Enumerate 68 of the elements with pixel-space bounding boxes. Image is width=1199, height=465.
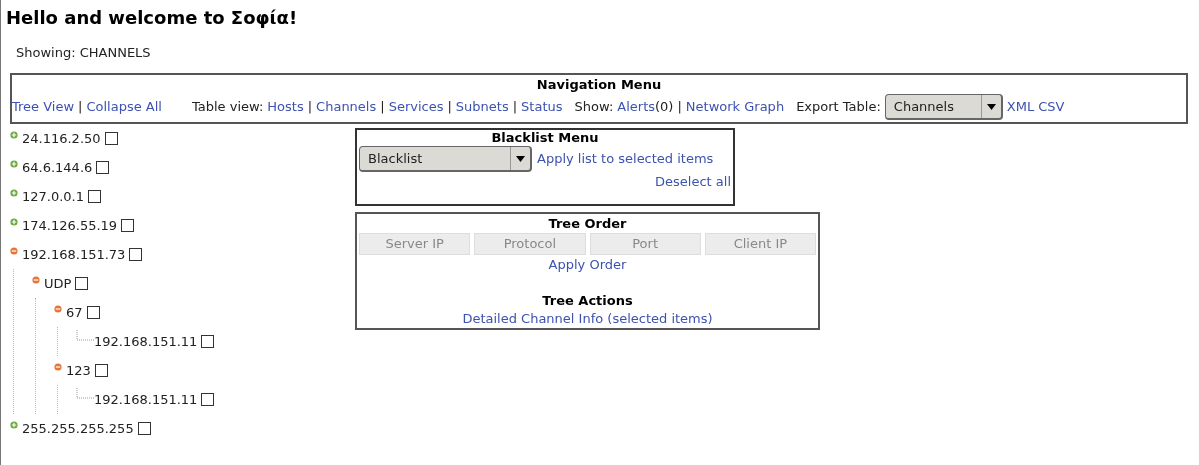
- nav-link[interactable]: Network Graph: [685, 97, 785, 117]
- apply-order-link[interactable]: Apply Order: [548, 255, 627, 275]
- nav-link[interactable]: Tree View: [12, 97, 75, 117]
- tree-node-label[interactable]: UDP: [44, 273, 72, 294]
- expand-icon[interactable]: [10, 159, 18, 168]
- tree-node-label[interactable]: 67: [66, 302, 83, 323]
- collapse-icon[interactable]: [54, 362, 62, 371]
- nav-text: |: [78, 98, 83, 117]
- tree-node-label[interactable]: 24.116.2.50: [22, 128, 101, 149]
- checkbox[interactable]: [96, 161, 110, 174]
- checkbox[interactable]: [137, 422, 151, 435]
- nav-link[interactable]: CSV: [1038, 97, 1065, 117]
- deselect-all-link[interactable]: Deselect all: [655, 172, 731, 192]
- checkbox[interactable]: [121, 219, 135, 232]
- tree-node-label[interactable]: 174.126.55.19: [22, 215, 118, 236]
- nav-text: Table view:: [191, 98, 264, 117]
- checkbox[interactable]: [88, 190, 102, 203]
- checkbox[interactable]: [86, 306, 100, 319]
- expand-icon[interactable]: [10, 188, 18, 197]
- nav-text: |: [380, 98, 385, 117]
- panel-title: Blacklist Menu: [490, 130, 600, 146]
- nav-text: |: [677, 98, 682, 117]
- showing-label: Showing: CHANNELS: [16, 44, 152, 62]
- checkbox[interactable]: [94, 364, 108, 377]
- apply-list-link[interactable]: Apply list to selected items: [537, 149, 714, 169]
- nav-text: (0): [655, 98, 674, 117]
- nav-text: |: [307, 98, 313, 117]
- nav-text: Show:: [574, 98, 614, 117]
- caret-icon: [516, 155, 525, 162]
- tree-node-label[interactable]: 127.0.0.1: [22, 186, 85, 207]
- tree-node-label[interactable]: 64.6.144.6: [22, 157, 93, 178]
- caret-icon: [986, 103, 996, 110]
- panel-title: Tree Actions: [542, 292, 633, 309]
- connector-line: [76, 387, 94, 402]
- tree-node-label[interactable]: 255.255.255.255: [22, 418, 134, 439]
- connector-line: [76, 329, 94, 344]
- nav-link[interactable]: Status: [521, 97, 563, 117]
- page-title: Hello and welcome to Σοφία!: [6, 6, 299, 30]
- channel-info-link[interactable]: Detailed Channel Info (selected items): [462, 308, 713, 328]
- tree-node-label[interactable]: 192.168.151.73: [22, 244, 126, 265]
- nav-link[interactable]: Alerts: [617, 97, 655, 117]
- tree-node-label[interactable]: 192.168.151.11: [94, 331, 198, 352]
- nav-link[interactable]: Services: [388, 97, 444, 117]
- nav-text: |: [512, 98, 518, 117]
- expand-icon[interactable]: [10, 130, 18, 139]
- nav-text: |: [447, 98, 452, 117]
- dropdown[interactable]: Channels: [884, 94, 1003, 120]
- collapse-icon[interactable]: [10, 246, 18, 255]
- tree-node-label[interactable]: 192.168.151.11: [94, 389, 198, 410]
- tree-node-label[interactable]: 123: [66, 360, 91, 381]
- dropdown[interactable]: Blacklist: [359, 146, 532, 172]
- checkbox[interactable]: [129, 248, 143, 261]
- collapse-icon[interactable]: [54, 304, 62, 313]
- nav-text: Export Table:: [796, 98, 881, 117]
- checkbox[interactable]: [201, 335, 215, 348]
- collapse-icon[interactable]: [32, 275, 40, 284]
- panel-title: Tree Order: [548, 214, 627, 233]
- expand-icon[interactable]: [10, 420, 18, 429]
- nav-link[interactable]: Subnets: [455, 97, 509, 117]
- nav-link[interactable]: Collapse All: [86, 97, 162, 117]
- checkbox[interactable]: [201, 393, 215, 406]
- nav-link[interactable]: Channels: [316, 97, 377, 117]
- expand-icon[interactable]: [10, 217, 18, 226]
- nav-link[interactable]: XML: [1006, 97, 1035, 117]
- nav-link[interactable]: Hosts: [267, 97, 304, 117]
- checkbox[interactable]: [75, 277, 89, 290]
- checkbox[interactable]: [104, 132, 118, 145]
- navigation-menu-title: Navigation Menu: [535, 75, 663, 94]
